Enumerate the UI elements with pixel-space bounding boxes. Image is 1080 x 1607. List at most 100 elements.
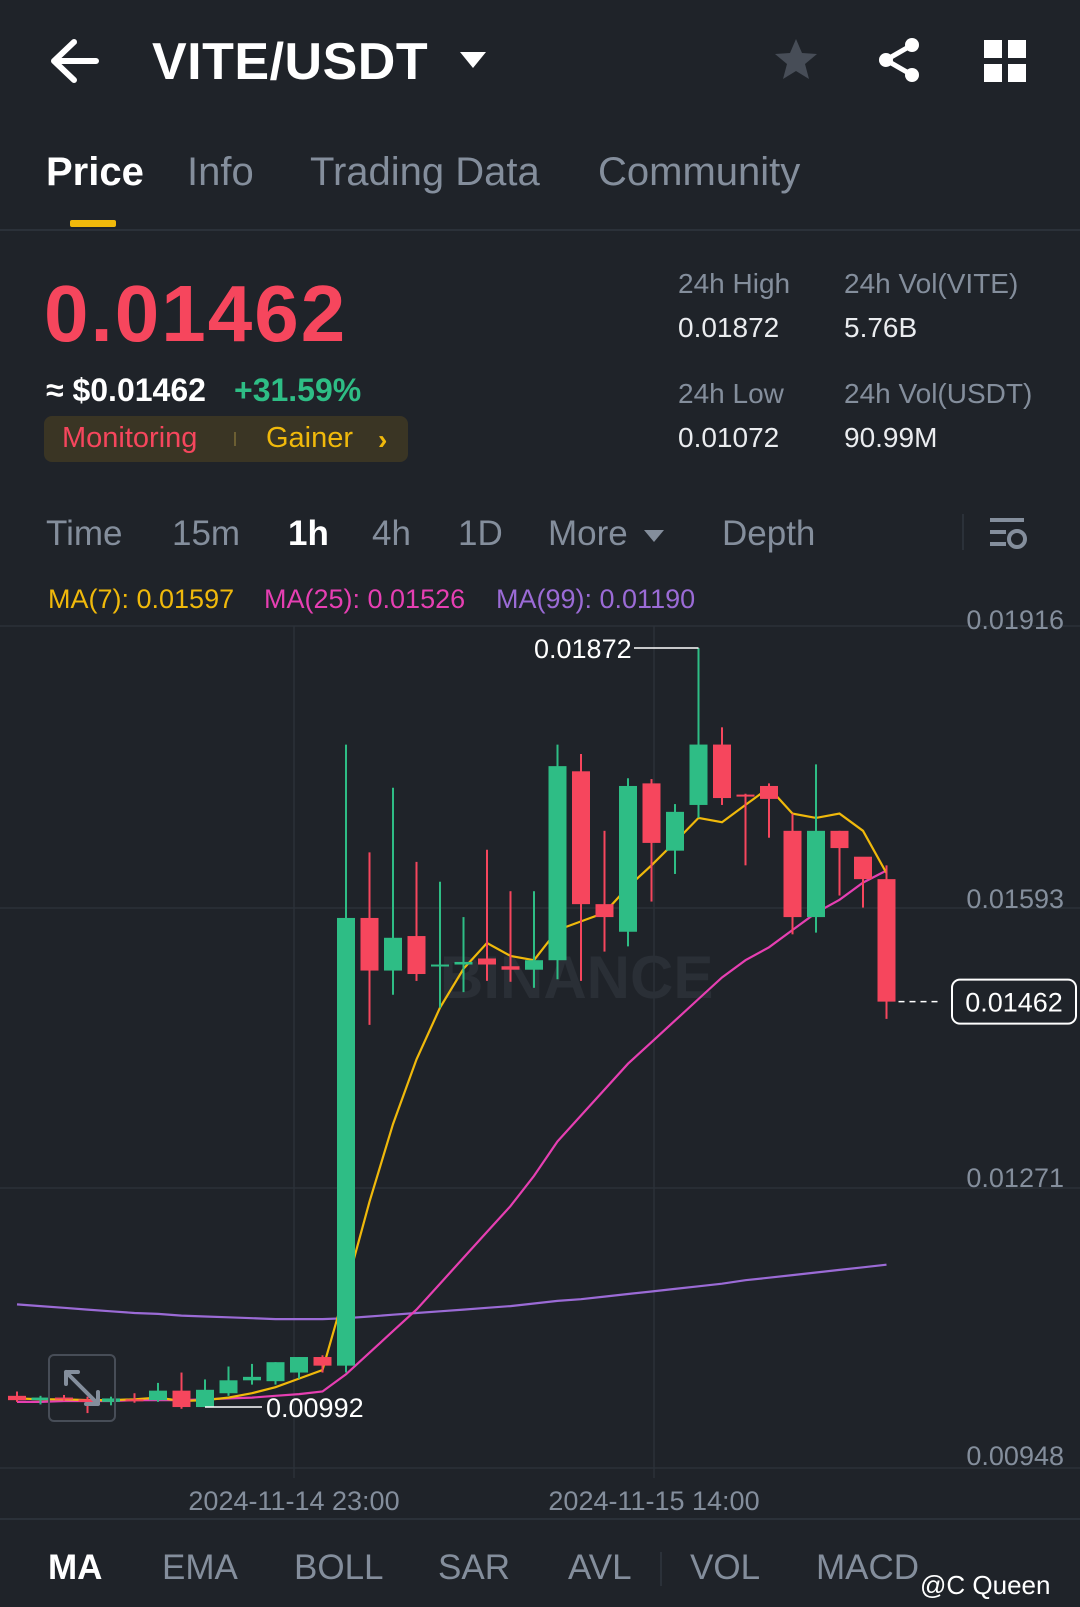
candle-body — [760, 785, 778, 799]
candle-body — [384, 937, 402, 971]
indicator-macd[interactable]: MACD — [816, 1548, 919, 1588]
candle-body — [854, 856, 872, 880]
high-marker-label: 0.01872 — [534, 634, 632, 664]
tab-community[interactable]: Community — [598, 150, 800, 195]
user-watermark: @C Queen — [920, 1570, 1051, 1600]
indicator-avl[interactable]: AVL — [568, 1548, 632, 1588]
y-tick-label: 0.00948 — [966, 1441, 1064, 1471]
candle-body — [525, 960, 543, 970]
candle-body — [172, 1390, 191, 1408]
x-tick-label: 2024-11-15 14:00 — [548, 1486, 759, 1516]
ma99-legend: MA(99): 0.01190 — [496, 584, 696, 614]
vol-quote-label: 24h Vol(USDT) — [844, 378, 1033, 409]
star-icon[interactable] — [772, 36, 820, 89]
chart-settings-icon[interactable] — [988, 514, 1028, 559]
candle-body — [219, 1380, 238, 1394]
indicator-sar[interactable]: SAR — [438, 1548, 510, 1588]
back-arrow-icon[interactable] — [50, 38, 100, 84]
candle-body — [501, 966, 520, 970]
candle-body — [196, 1389, 214, 1408]
candle-body — [595, 904, 614, 918]
price-change: +31.59% — [234, 372, 362, 408]
interval-more-label: More — [548, 514, 628, 553]
usd-price: ≈ $0.01462 — [46, 372, 206, 408]
interval-1d[interactable]: 1D — [458, 514, 503, 554]
candle-body — [478, 958, 496, 965]
last-price: 0.01462 — [44, 269, 348, 358]
low-marker-label: 0.00992 — [266, 1393, 364, 1423]
interval-4h[interactable]: 4h — [372, 514, 411, 554]
grid-icon[interactable] — [984, 40, 1026, 87]
candle-body — [149, 1390, 167, 1401]
candle-body — [431, 964, 449, 967]
tag-separator — [234, 432, 236, 446]
binance-watermark: BINANCE — [440, 944, 713, 1011]
candle-body — [689, 744, 708, 805]
caret-down-icon[interactable] — [458, 50, 488, 77]
candle-body — [8, 1395, 26, 1401]
candle-body — [877, 879, 896, 1002]
candle-body — [290, 1357, 308, 1373]
x-tick-label: 2024-11-14 23:00 — [188, 1486, 399, 1516]
tab-info[interactable]: Info — [187, 150, 254, 195]
depth-tab[interactable]: Depth — [722, 514, 815, 554]
candle-body — [666, 811, 684, 851]
expand-chart-button[interactable] — [48, 1354, 116, 1422]
y-tick-label: 0.01916 — [966, 605, 1064, 635]
vol-quote-value: 90.99M — [844, 422, 938, 453]
ma99-line — [16, 1263, 887, 1321]
ma25-legend: MA(25): 0.01526 — [264, 584, 466, 614]
candle-body — [572, 771, 590, 905]
candle-body — [125, 1399, 144, 1402]
high-value: 0.01872 — [678, 312, 780, 343]
indicator-vol[interactable]: VOL — [690, 1548, 760, 1588]
indicator-ma[interactable]: MA — [48, 1548, 102, 1588]
tag-bar[interactable]: Monitoring Gainer › — [44, 416, 408, 462]
candle-body — [736, 794, 755, 797]
candle-body — [548, 766, 567, 961]
candlestick-chart[interactable]: BINANCE 0.01872 0.00992 0.01462 0.01916 0.0… — [0, 578, 1080, 1518]
y-tick-label: 0.01271 — [966, 1163, 1064, 1193]
caret-down-icon — [644, 529, 665, 542]
interval-time[interactable]: Time — [46, 514, 122, 554]
candle-body — [713, 744, 731, 799]
tab-divider — [0, 229, 1080, 231]
candle-body — [807, 830, 825, 918]
tab-trading-data[interactable]: Trading Data — [310, 150, 540, 195]
active-tab-indicator — [70, 220, 116, 227]
candle-body — [360, 917, 379, 971]
interval-separator — [962, 514, 964, 550]
candle-body — [266, 1362, 285, 1382]
interval-15m[interactable]: 15m — [172, 514, 240, 554]
candle-body — [31, 1397, 50, 1401]
tab-price[interactable]: Price — [46, 150, 144, 195]
bottom-divider — [0, 1518, 1080, 1520]
share-icon[interactable] — [876, 36, 924, 89]
ma7-line — [16, 786, 888, 1403]
indicator-separator — [660, 1552, 662, 1586]
pair-title[interactable]: VITE/USDT — [152, 32, 428, 92]
indicator-boll[interactable]: BOLL — [294, 1548, 384, 1588]
monitoring-tag[interactable]: Monitoring — [62, 422, 197, 455]
interval-1h[interactable]: 1h — [288, 514, 329, 554]
low-value: 0.01072 — [678, 422, 780, 453]
expand-icon — [64, 1370, 100, 1406]
candle-body — [619, 785, 637, 932]
chevron-right-icon[interactable]: › — [378, 424, 387, 456]
y-tick-label: 0.01593 — [966, 884, 1064, 914]
low-label: 24h Low — [678, 378, 784, 409]
last-price-label: 0.01462 — [965, 988, 1063, 1018]
candle-body — [783, 830, 802, 918]
candle-body — [642, 783, 661, 843]
vol-base-value: 5.76B — [844, 312, 918, 343]
candle-body — [407, 936, 426, 975]
indicator-ema[interactable]: EMA — [162, 1548, 238, 1588]
high-label: 24h High — [678, 268, 791, 299]
candle-body — [830, 830, 849, 849]
vol-base-label: 24h Vol(VITE) — [844, 268, 1019, 299]
candle-body — [313, 1357, 332, 1366]
interval-more[interactable]: More — [548, 514, 665, 554]
ma7-legend: MA(7): 0.01597 — [48, 584, 235, 614]
gainer-tag[interactable]: Gainer — [266, 422, 353, 455]
candle-body — [454, 961, 473, 965]
